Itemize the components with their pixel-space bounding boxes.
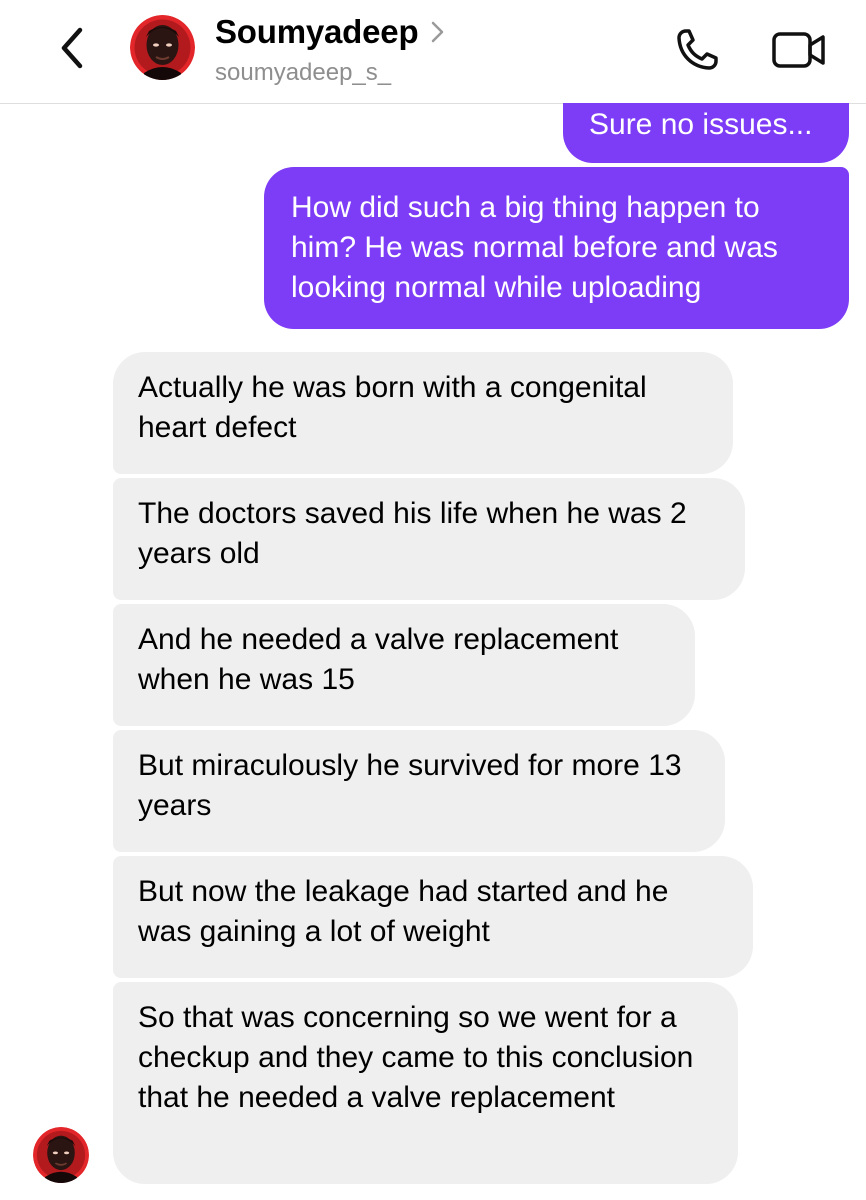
received-message[interactable]: And he needed a valve replacement when h… (113, 604, 695, 726)
contact-username: soumyadeep_s_ (215, 59, 392, 86)
sender-avatar[interactable] (33, 1127, 89, 1183)
phone-icon[interactable] (672, 25, 722, 75)
contact-name-row[interactable]: Soumyadeep (215, 13, 446, 51)
received-message[interactable]: So that was concerning so we went for a … (113, 982, 738, 1184)
sent-message[interactable]: How did such a big thing happen to him? … (264, 167, 849, 329)
avatar-image-icon (130, 15, 195, 80)
back-chevron-icon[interactable] (52, 22, 92, 74)
avatar-image-icon (33, 1127, 89, 1183)
chat-header: Soumyadeep soumyadeep_s_ (0, 0, 866, 104)
received-message[interactable]: But now the leakage had started and he w… (113, 856, 753, 978)
received-message[interactable]: The doctors saved his life when he was 2… (113, 478, 745, 600)
sent-message[interactable]: Sure no issues... (563, 103, 849, 163)
video-camera-icon[interactable] (770, 27, 828, 73)
contact-name: Soumyadeep (215, 13, 419, 50)
chevron-right-icon (432, 21, 444, 43)
received-message[interactable]: But miraculously he survived for more 13… (113, 730, 725, 852)
contact-avatar[interactable] (130, 15, 195, 80)
received-message[interactable]: Actually he was born with a congenital h… (113, 352, 733, 474)
